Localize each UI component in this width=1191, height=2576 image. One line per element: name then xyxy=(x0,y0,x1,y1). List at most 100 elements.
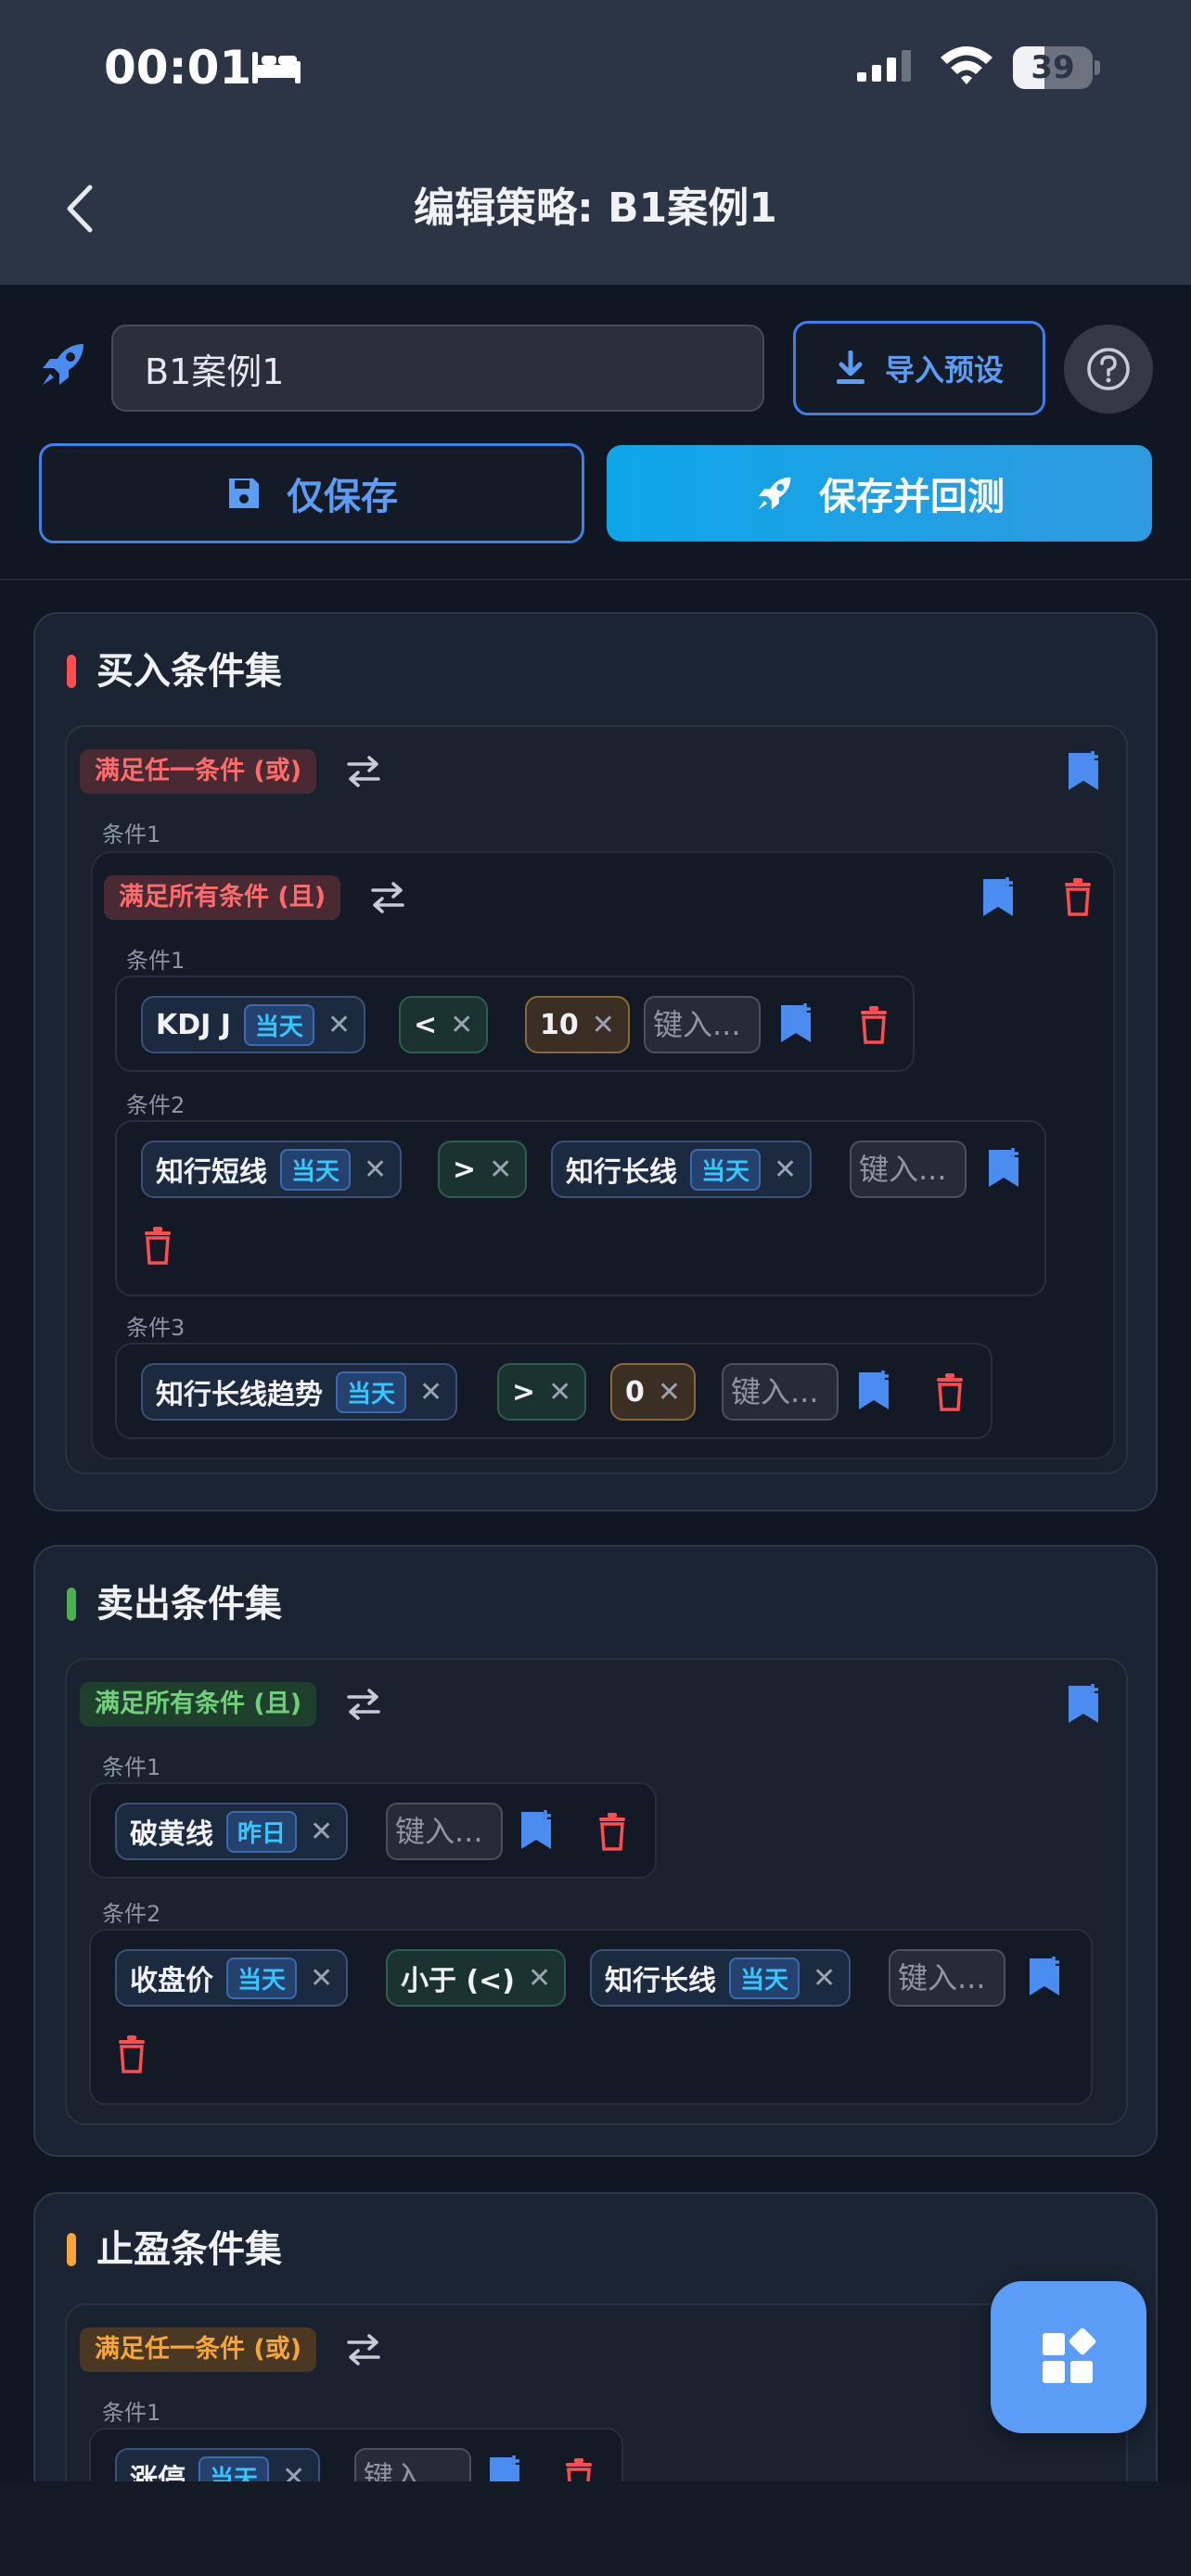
apps-fab-button[interactable] xyxy=(991,2281,1146,2433)
import-preset-button[interactable]: 导入预设 xyxy=(793,321,1045,415)
trash-icon[interactable] xyxy=(935,1372,965,1411)
indicator-name: 知行短线 xyxy=(156,1156,267,1189)
operator-chip[interactable]: > ✕ xyxy=(438,1141,528,1198)
close-icon[interactable]: ✕ xyxy=(327,1009,351,1041)
day-tag[interactable]: 当天 xyxy=(280,1148,352,1191)
token-input[interactable] xyxy=(386,1803,503,1860)
bookmark-add-icon[interactable] xyxy=(987,1148,1020,1189)
take-profit-logic-badge[interactable]: 满足任一条件 (或) xyxy=(80,2327,317,2372)
battery-indicator: 39 xyxy=(1013,46,1100,89)
buy-section-accent xyxy=(67,655,76,688)
page-title: 编辑策略: B1案例1 xyxy=(414,185,777,232)
save-only-button[interactable]: 仅保存 xyxy=(39,443,584,543)
back-button[interactable] xyxy=(56,176,104,241)
strategy-name-input[interactable] xyxy=(111,325,764,412)
sell-logic-badge[interactable]: 满足所有条件 (且) xyxy=(80,1682,317,1727)
bookmark-add-icon[interactable] xyxy=(488,2455,521,2481)
sell-section-accent xyxy=(67,1588,76,1621)
buy-cond1-label: 条件1 xyxy=(102,822,161,848)
indicator-name: 破黄线 xyxy=(130,1818,213,1851)
indicator-chip[interactable]: 收盘价 当天 ✕ xyxy=(115,1949,349,2007)
trash-icon[interactable] xyxy=(564,2457,594,2481)
close-icon[interactable]: ✕ xyxy=(813,1962,836,1995)
close-icon[interactable]: ✕ xyxy=(528,1962,551,1995)
day-tag[interactable]: 当天 xyxy=(198,2455,270,2481)
bookmark-add-icon[interactable] xyxy=(1028,1957,1061,1997)
indicator-name: 收盘价 xyxy=(130,1965,213,1997)
value-chip[interactable]: 10 ✕ xyxy=(525,996,630,1053)
day-tag[interactable]: 昨日 xyxy=(226,1810,298,1853)
battery-level: 39 xyxy=(1031,49,1075,86)
indicator-name: 知行长线 xyxy=(566,1156,677,1189)
indicator-name: KDJ J xyxy=(156,1008,231,1041)
day-tag[interactable]: 当天 xyxy=(336,1371,407,1413)
buy-condition-row: 知行长线趋势 当天 ✕ > ✕ 0 ✕ xyxy=(115,1343,992,1439)
save-only-label: 仅保存 xyxy=(287,476,398,518)
indicator-chip[interactable]: 破黄线 昨日 ✕ xyxy=(115,1803,349,1860)
buy-inner-logic-badge[interactable]: 满足所有条件 (且) xyxy=(104,875,341,920)
buy-row3-label: 条件3 xyxy=(126,1315,186,1341)
day-tag[interactable]: 当天 xyxy=(243,1003,314,1046)
bookmark-add-icon[interactable] xyxy=(1067,751,1100,792)
indicator-chip[interactable]: 知行长线趋势 当天 ✕ xyxy=(141,1363,458,1421)
token-input[interactable] xyxy=(889,1949,1005,2007)
indicator-chip[interactable]: 知行短线 当天 ✕ xyxy=(141,1141,403,1198)
token-input[interactable] xyxy=(354,2448,471,2481)
close-icon[interactable]: ✕ xyxy=(548,1376,571,1409)
help-button[interactable] xyxy=(1064,325,1153,414)
status-bar: 00:01 39 xyxy=(0,0,1191,139)
swap-icon[interactable] xyxy=(345,1688,382,1721)
bookmark-add-icon[interactable] xyxy=(857,1371,890,1411)
trash-icon[interactable] xyxy=(117,2034,147,2073)
close-icon[interactable]: ✕ xyxy=(592,1009,615,1041)
day-tag[interactable]: 当天 xyxy=(729,1957,800,1999)
close-icon[interactable]: ✕ xyxy=(310,1816,333,1848)
bookmark-add-icon[interactable] xyxy=(779,1003,813,1044)
trash-icon[interactable] xyxy=(597,1812,627,1851)
operator-chip[interactable]: > ✕ xyxy=(497,1363,587,1421)
sell-section-title: 卖出条件集 xyxy=(96,1583,282,1626)
take-profit-condition-section: 止盈条件集 满足任一条件 (或) 条件1 涨停 当天 ✕ xyxy=(33,2192,1158,2481)
bookmark-add-icon[interactable] xyxy=(519,1810,553,1851)
close-icon[interactable]: ✕ xyxy=(774,1154,797,1186)
token-input[interactable] xyxy=(644,996,761,1053)
sell-condition-row: 收盘价 当天 ✕ 小于 (<) ✕ 知行长线 当天 ✕ xyxy=(89,1929,1093,2105)
close-icon[interactable]: ✕ xyxy=(310,1962,333,1995)
day-tag[interactable]: 当天 xyxy=(690,1148,762,1191)
indicator-name: 知行长线 xyxy=(605,1965,716,1997)
save-and-backtest-button[interactable]: 保存并回测 xyxy=(607,445,1152,542)
close-icon[interactable]: ✕ xyxy=(450,1009,473,1041)
close-icon[interactable]: ✕ xyxy=(364,1154,387,1186)
indicator-chip[interactable]: 知行长线 当天 ✕ xyxy=(551,1141,813,1198)
buy-logic-badge[interactable]: 满足任一条件 (或) xyxy=(80,749,317,794)
day-tag[interactable]: 当天 xyxy=(226,1957,298,1999)
close-icon[interactable]: ✕ xyxy=(282,2461,305,2482)
swap-icon[interactable] xyxy=(345,2333,382,2366)
sell-root-group: 满足所有条件 (且) 条件1 破黄线 昨日 ✕ 键入... 条件2 收盘价 当天… xyxy=(65,1658,1128,2125)
token-input[interactable] xyxy=(850,1141,967,1198)
trash-icon[interactable] xyxy=(859,1005,889,1044)
cellular-signal-icon xyxy=(857,50,911,82)
chevron-left-icon xyxy=(67,185,93,233)
indicator-chip[interactable]: KDJ J 当天 ✕ xyxy=(141,996,366,1053)
operator-value: > xyxy=(453,1153,477,1186)
swap-icon[interactable] xyxy=(369,881,406,914)
buy-root-group: 满足任一条件 (或) 条件1 满足所有条件 (且) 条件1 KDJ J 当天 ✕… xyxy=(65,725,1128,1474)
close-icon[interactable]: ✕ xyxy=(658,1376,681,1409)
value-chip[interactable]: 0 ✕ xyxy=(610,1363,697,1421)
take-profit-section-title: 止盈条件集 xyxy=(96,2228,282,2271)
close-icon[interactable]: ✕ xyxy=(489,1154,512,1186)
take-profit-root-group: 满足任一条件 (或) 条件1 涨停 当天 ✕ xyxy=(65,2303,1128,2481)
operator-chip[interactable]: < ✕ xyxy=(399,996,489,1053)
sleep-bed-icon xyxy=(252,52,301,83)
indicator-chip[interactable]: 知行长线 当天 ✕ xyxy=(590,1949,852,2007)
trash-icon[interactable] xyxy=(143,1226,173,1265)
close-icon[interactable]: ✕ xyxy=(419,1376,442,1409)
bookmark-add-icon[interactable] xyxy=(981,877,1015,918)
token-input[interactable] xyxy=(722,1363,839,1421)
bookmark-add-icon[interactable] xyxy=(1067,1684,1100,1725)
indicator-chip[interactable]: 涨停 当天 ✕ xyxy=(115,2448,321,2482)
trash-icon[interactable] xyxy=(1063,877,1093,916)
swap-icon[interactable] xyxy=(345,755,382,788)
operator-chip[interactable]: 小于 (<) ✕ xyxy=(386,1949,567,2007)
